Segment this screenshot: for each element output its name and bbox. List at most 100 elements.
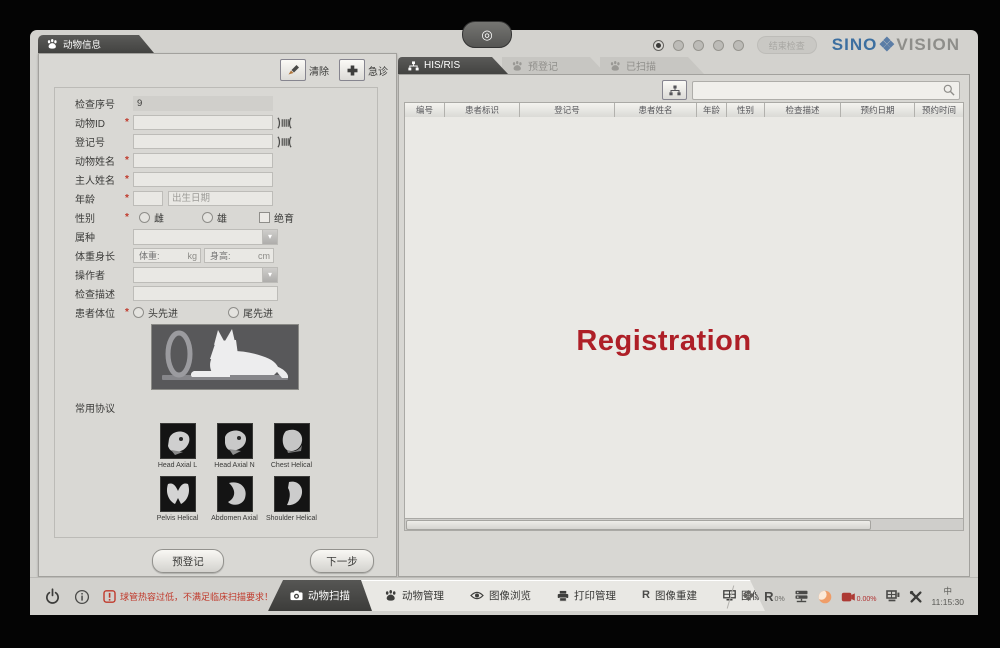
col-sex[interactable]: 性别 xyxy=(727,103,765,117)
console-icon[interactable] xyxy=(886,590,900,603)
tail-first-radio[interactable] xyxy=(228,307,239,318)
required-marker: * xyxy=(125,212,133,223)
language-indicator[interactable]: 中 xyxy=(944,586,953,597)
col-age[interactable]: 年龄 xyxy=(697,103,727,117)
protocol-item[interactable]: Head Axial N xyxy=(206,423,263,469)
query-button[interactable] xyxy=(662,80,687,100)
height-field[interactable]: cm xyxy=(204,248,274,263)
tab-preregistered[interactable]: 预登记 xyxy=(502,57,606,74)
search-icon[interactable] xyxy=(943,84,955,96)
brush-icon[interactable] xyxy=(280,59,306,81)
capture-button[interactable]: ◎ xyxy=(462,21,512,48)
owner-name-input[interactable] xyxy=(133,172,273,187)
sinovision-logo: SINO ❖ VISION xyxy=(832,35,960,55)
tab-scanned-label: 已扫描 xyxy=(626,58,656,73)
emergency-button[interactable]: 急诊 xyxy=(339,59,388,81)
protocol-thumbnail[interactable] xyxy=(274,476,310,512)
protocol-grid: Head Axial L Head Axial N Chest Helical … xyxy=(149,423,377,522)
weight-input[interactable] xyxy=(137,250,187,262)
birth-date-input[interactable] xyxy=(168,191,273,206)
scrollbar-thumb[interactable] xyxy=(406,520,871,530)
recon-r-icon: R xyxy=(642,590,650,601)
protocol-thumbnail[interactable] xyxy=(160,476,196,512)
required-marker: * xyxy=(125,174,133,185)
protocol-item[interactable]: Abdomen Axial xyxy=(206,476,263,522)
info-button[interactable] xyxy=(74,589,90,605)
clear-button[interactable]: 清除 xyxy=(280,59,329,81)
exam-desc-input[interactable] xyxy=(133,286,278,301)
col-patient-name[interactable]: 患者姓名 xyxy=(615,103,697,117)
protocol-item[interactable]: Chest Helical xyxy=(263,423,320,469)
nav-animal-management[interactable]: 动物管理 xyxy=(372,580,457,611)
power-button[interactable] xyxy=(44,588,61,605)
operator-select[interactable]: ▾ xyxy=(133,267,278,283)
col-appt-date[interactable]: 预约日期 xyxy=(841,103,915,117)
protocol-item[interactable]: Shoulder Helical xyxy=(263,476,320,522)
status-dot-2 xyxy=(673,40,684,51)
neuter-checkbox[interactable] xyxy=(259,212,270,223)
sex-male-radio[interactable] xyxy=(202,212,213,223)
protocol-thumbnail[interactable] xyxy=(217,476,253,512)
server-icon[interactable] xyxy=(794,590,809,603)
r-status-value: 0% xyxy=(775,596,785,603)
animal-id-input[interactable] xyxy=(133,115,273,130)
worklist-body[interactable] xyxy=(404,117,964,519)
recon-queue-status[interactable]: R 0% xyxy=(764,590,785,603)
height-input[interactable] xyxy=(208,250,258,262)
end-exam-button[interactable]: 结束检查 xyxy=(757,36,817,54)
tab-animal-info[interactable]: 动物信息 xyxy=(38,35,154,53)
tube-heat-status[interactable]: 0.00% xyxy=(841,591,877,603)
form-row-operator: 操作者 ▾ xyxy=(75,267,377,282)
search-field[interactable] xyxy=(692,81,960,100)
search-input[interactable] xyxy=(697,84,943,97)
preregister-button[interactable]: 预登记 xyxy=(152,549,224,573)
tab-his-ris-label: HIS/RIS xyxy=(424,60,460,71)
animal-name-input[interactable] xyxy=(133,153,273,168)
tab-scanned[interactable]: 已扫描 xyxy=(600,57,704,74)
disk-usage-icon[interactable] xyxy=(818,590,832,604)
protocol-thumbnail[interactable] xyxy=(217,423,253,459)
registration-watermark: Registration xyxy=(399,325,929,358)
protocol-item[interactable]: Head Axial L xyxy=(149,423,206,469)
col-patient-id[interactable]: 患者标识 xyxy=(445,103,520,117)
nav-animal-management-label: 动物管理 xyxy=(402,588,444,603)
protocol-name: Abdomen Axial xyxy=(211,515,258,522)
age-input[interactable] xyxy=(133,191,163,206)
next-step-button[interactable]: 下一步 xyxy=(310,549,374,573)
neuter-label: 绝育 xyxy=(274,210,294,225)
nav-animal-scan[interactable]: 动物扫描 xyxy=(268,580,372,611)
weight-field[interactable]: kg xyxy=(133,248,201,263)
logo-text-sino: SINO xyxy=(832,35,878,55)
horizontal-scrollbar[interactable] xyxy=(404,519,964,531)
gantry-icon[interactable]: ❖ xyxy=(742,589,755,604)
animal-name-label: 动物姓名 xyxy=(75,153,125,168)
sex-female-radio[interactable] xyxy=(139,212,150,223)
plus-cross-icon[interactable] xyxy=(339,59,365,81)
reg-no-input[interactable] xyxy=(133,134,273,149)
main-window: 结束检查 SINO ❖ VISION 动物信息 清除 xyxy=(30,30,978,615)
tab-his-ris[interactable]: HIS/RIS xyxy=(398,57,508,74)
col-reg-no[interactable]: 登记号 xyxy=(520,103,615,117)
age-label: 年龄 xyxy=(75,191,125,206)
paw-icon xyxy=(47,39,58,49)
position-illustration xyxy=(151,324,299,390)
nav-print-management[interactable]: 打印管理 xyxy=(544,580,629,611)
status-dot-1 xyxy=(653,40,664,51)
nav-image-browse[interactable]: 图像浏览 xyxy=(457,580,544,611)
tools-icon[interactable] xyxy=(909,590,923,604)
col-exam-desc[interactable]: 检查描述 xyxy=(765,103,841,117)
protocol-thumbnail[interactable] xyxy=(274,423,310,459)
head-first-radio[interactable] xyxy=(133,307,144,318)
animal-id-label: 动物ID xyxy=(75,115,125,130)
nav-image-recon[interactable]: R 图像重建 xyxy=(629,580,710,611)
protocol-item[interactable]: Pelvis Helical xyxy=(149,476,206,522)
form-row-owner-name: 主人姓名 * xyxy=(75,172,377,187)
bottom-bar: 球管热容过低，不满足临床扫描要求！ 动物扫描 动物管理 xyxy=(30,577,978,615)
body-label: 体重身长 xyxy=(75,248,125,263)
status-dot-5 xyxy=(733,40,744,51)
species-select[interactable]: ▾ xyxy=(133,229,278,245)
head-first-label: 头先进 xyxy=(148,305,178,320)
col-number[interactable]: 编号 xyxy=(405,103,445,117)
protocol-thumbnail[interactable] xyxy=(160,423,196,459)
col-appt-time[interactable]: 预约时间 xyxy=(915,103,963,117)
